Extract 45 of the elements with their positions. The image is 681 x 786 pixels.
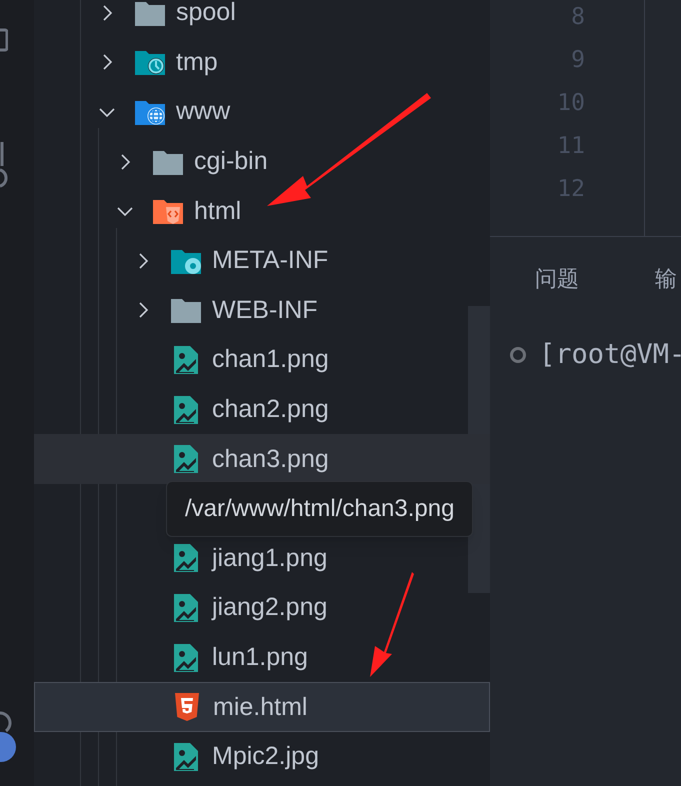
image-file-icon [173, 444, 199, 474]
html5-icon [174, 692, 200, 722]
file-row[interactable]: Mpic2.jpg [34, 732, 490, 782]
image-file-icon [173, 344, 199, 375]
folder-row[interactable]: spool [34, 0, 490, 38]
file-name: chan1.png [212, 347, 329, 372]
image-file-icon [173, 742, 199, 772]
folder-row[interactable]: tmp [34, 38, 490, 88]
folder-name: www [176, 99, 230, 124]
file-name: jiang1.png [212, 546, 328, 571]
terminal-line: [root@VM- [539, 338, 681, 372]
folder-name: html [194, 198, 242, 224]
folder-name: cgi-bin [194, 149, 268, 174]
folder-name: WEB-INF [212, 298, 318, 323]
folder-row[interactable]: html [34, 186, 490, 236]
image-file-icon [173, 394, 199, 425]
file-row[interactable]: jiang2.png [34, 583, 490, 633]
image-file-icon [173, 642, 199, 673]
folder-icon [134, 0, 166, 27]
file-name: jiang2.png [212, 595, 328, 620]
folder-icon [170, 296, 202, 324]
folder-clock-icon [134, 48, 166, 76]
file-row[interactable]: lun1.png [34, 632, 490, 682]
folder-name: tmp [176, 50, 218, 75]
folder-row[interactable]: cgi-bin [34, 136, 490, 186]
folder-row[interactable]: META-INF [34, 236, 490, 286]
file-row[interactable]: chan1.png [34, 335, 490, 385]
panel-tab[interactable]: 问题 [535, 262, 579, 294]
panel-tab[interactable]: 输 [655, 262, 677, 294]
path-tooltip: /var/www/html/chan3.png [166, 480, 474, 537]
file-name: chan3.png [212, 446, 329, 472]
folder-row[interactable]: www [34, 87, 490, 137]
file-name: chan2.png [212, 397, 329, 422]
folder-name: META-INF [212, 248, 328, 274]
image-file-icon [173, 543, 199, 574]
terminal-status-icon [509, 346, 527, 364]
file-row[interactable]: mie.html [34, 682, 490, 732]
file-row[interactable]: chan2.png [34, 384, 490, 434]
folder-code-icon [152, 197, 184, 226]
file-name: mie.html [213, 694, 308, 720]
file-name: lun1.png [212, 645, 308, 670]
file-name: Mpic2.jpg [212, 744, 319, 770]
folder-row[interactable]: WEB-INF [34, 286, 490, 336]
image-file-icon [173, 592, 199, 623]
folder-name: spool [176, 0, 236, 26]
